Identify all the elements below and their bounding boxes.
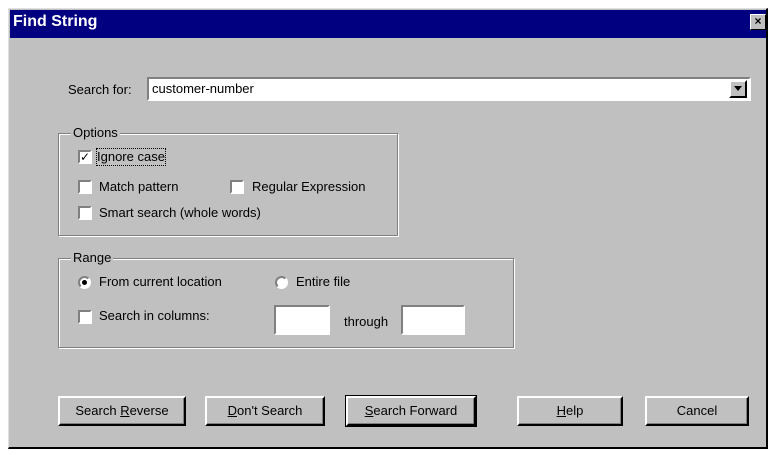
button-text: elp <box>566 403 584 418</box>
match-pattern-checkbox[interactable] <box>78 180 92 194</box>
from-current-location-radio[interactable] <box>78 276 91 289</box>
regular-expression-label[interactable]: Regular Expression <box>252 179 365 195</box>
options-legend: Options <box>71 125 120 140</box>
search-input[interactable]: customer-number <box>152 81 254 97</box>
from-current-location-label[interactable]: From current location <box>99 274 222 290</box>
button-mnemonic: R <box>120 403 130 418</box>
button-text: on't Search <box>237 403 303 418</box>
through-label: through <box>344 314 389 329</box>
smart-search-checkbox[interactable] <box>78 206 92 220</box>
match-pattern-label[interactable]: Match pattern <box>99 179 179 195</box>
close-icon: × <box>754 14 762 28</box>
range-legend: Range <box>71 250 114 265</box>
help-button[interactable]: Help <box>517 396 623 426</box>
button-text: earch Forward <box>373 403 458 418</box>
chevron-down-icon <box>734 86 742 91</box>
regular-expression-checkbox[interactable] <box>230 180 244 194</box>
smart-search-label[interactable]: Smart search (whole words) <box>99 205 261 221</box>
to-column-input[interactable] <box>401 305 465 335</box>
check-icon: ✓ <box>80 150 91 164</box>
dropdown-button[interactable] <box>729 80 747 98</box>
entire-file-label[interactable]: Entire file <box>296 274 350 290</box>
ignore-case-label[interactable]: Ignore case <box>96 148 166 166</box>
close-button[interactable]: × <box>750 14 766 30</box>
ignore-case-checkbox[interactable]: ✓ <box>78 150 92 164</box>
button-mnemonic: H <box>556 403 567 418</box>
radio-selected-dot <box>82 280 87 285</box>
search-in-columns-label[interactable]: Search in columns: <box>99 308 210 324</box>
button-text: Search <box>75 403 121 418</box>
dialog-title: Find String <box>13 13 98 30</box>
title-bar[interactable] <box>10 10 766 38</box>
search-forward-button[interactable]: Search Forward <box>345 395 477 427</box>
cancel-button[interactable]: Cancel <box>645 396 749 426</box>
from-column-input[interactable] <box>274 305 330 335</box>
entire-file-radio[interactable] <box>275 276 288 289</box>
search-for-label: Search for: <box>68 82 132 97</box>
dont-search-button[interactable]: Don't Search <box>205 396 325 426</box>
button-mnemonic: D <box>227 403 238 418</box>
search-combobox[interactable]: customer-number <box>147 77 751 101</box>
button-text: everse <box>129 403 169 418</box>
search-in-columns-checkbox[interactable] <box>78 310 92 324</box>
search-reverse-button[interactable]: Search Reverse <box>58 396 186 426</box>
button-text: Cancel <box>676 403 718 418</box>
